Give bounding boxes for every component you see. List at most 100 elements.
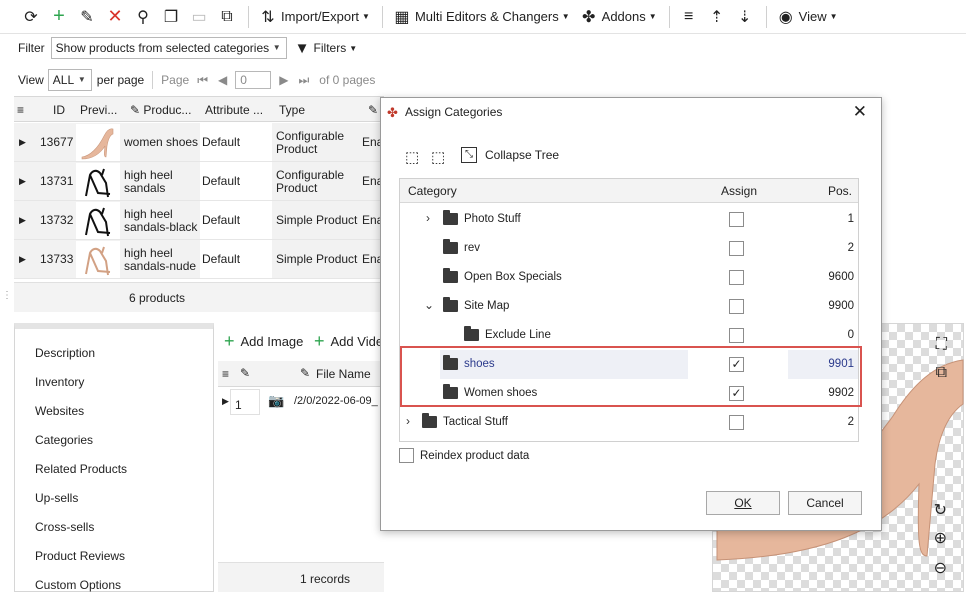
delete-button[interactable]: ✕ bbox=[102, 4, 128, 30]
assign-checkbox[interactable] bbox=[729, 328, 744, 343]
assign-checkbox[interactable] bbox=[729, 299, 744, 314]
zoom-in-icon[interactable]: ⊕ bbox=[934, 528, 947, 548]
row-expand-icon[interactable]: ▶ bbox=[19, 253, 26, 266]
assign-checkbox[interactable] bbox=[729, 270, 744, 285]
assign-checkbox[interactable] bbox=[729, 241, 744, 256]
column-menu-icon[interactable]: ≡ bbox=[222, 367, 229, 381]
ok-button[interactable]: OK bbox=[706, 491, 780, 515]
reindex-checkbox[interactable] bbox=[399, 448, 414, 463]
collapse-tree-button[interactable]: ⤡ Collapse Tree bbox=[461, 147, 559, 163]
add-button[interactable]: + bbox=[46, 4, 72, 30]
assign-categories-dialog: ✤ Assign Categories ✕ ⬚ ⬚ ⤡ Collapse Tre… bbox=[380, 97, 882, 531]
fit-icon[interactable]: ⛶ bbox=[936, 336, 947, 354]
section-product-reviews[interactable]: Product Reviews bbox=[35, 549, 125, 563]
view-menu[interactable]: ◉ View ▼ bbox=[773, 4, 842, 30]
col-file-name[interactable]: File Name bbox=[316, 367, 371, 381]
row-file-name: /2/0/2022-06-09_ bbox=[294, 395, 378, 407]
move-up-button[interactable]: ⇡ bbox=[704, 4, 730, 30]
row-expand-icon[interactable]: ▶ bbox=[19, 175, 26, 188]
dialog-title: Assign Categories bbox=[405, 105, 503, 119]
section-up-sells[interactable]: Up-sells bbox=[35, 491, 78, 505]
image-row[interactable]: ▶ 1 📷 /2/0/2022-06-09_ bbox=[218, 387, 384, 417]
row-attribute-value: Default bbox=[202, 213, 241, 227]
chevron-down-icon[interactable]: ⌄ bbox=[424, 298, 434, 312]
row-expand-icon[interactable]: ▶ bbox=[19, 136, 26, 149]
row-attribute-value: Default bbox=[202, 135, 241, 149]
filters-menu[interactable]: ▼ Filters ▼ bbox=[295, 40, 357, 57]
row-expand-icon[interactable]: ▶ bbox=[19, 214, 26, 227]
edit-button[interactable]: ✎ bbox=[74, 4, 100, 30]
paste-button[interactable]: ▭ bbox=[186, 4, 212, 30]
multi-editors-menu[interactable]: ▦ Multi Editors & Changers ▼ bbox=[389, 4, 574, 30]
section-cross-sells[interactable]: Cross-sells bbox=[35, 520, 94, 534]
page-input[interactable]: 0 bbox=[235, 71, 272, 89]
cancel-button[interactable]: Cancel bbox=[788, 491, 862, 515]
table-row[interactable]: ▶ 13677 women shoes Default Configurable… bbox=[14, 123, 384, 162]
row-expand-icon[interactable]: ▶ bbox=[222, 396, 229, 407]
column-menu-icon[interactable]: ≡ bbox=[17, 103, 24, 117]
section-related-products[interactable]: Related Products bbox=[35, 462, 127, 476]
pencil-icon: ✎ bbox=[240, 366, 251, 380]
page-input-value: 0 bbox=[240, 73, 247, 87]
select-all-button[interactable]: ⬚ bbox=[405, 148, 419, 166]
zoom-out-icon[interactable]: ⊖ bbox=[934, 558, 947, 578]
sort-button[interactable]: ≡ bbox=[676, 4, 702, 30]
last-page-icon[interactable]: ⏭ bbox=[298, 73, 309, 88]
clipboard-icon: ▭ bbox=[191, 8, 207, 26]
section-inventory[interactable]: Inventory bbox=[35, 375, 84, 389]
splitter-handle[interactable]: ⋮ bbox=[2, 290, 12, 301]
deselect-all-button[interactable]: ⬚ bbox=[431, 148, 445, 166]
close-icon[interactable]: ✕ bbox=[853, 102, 867, 122]
tree-row[interactable]: Open Box Specials 9600 bbox=[400, 263, 858, 292]
assign-checkbox[interactable] bbox=[729, 212, 744, 227]
tree-row[interactable]: rev 2 bbox=[400, 234, 858, 263]
copy-button[interactable]: ❐ bbox=[158, 4, 184, 30]
col-product-name[interactable]: ✎ Produc... bbox=[130, 103, 191, 117]
prev-page-icon[interactable]: ◀ bbox=[218, 73, 227, 87]
arrow-down-icon: ⇣ bbox=[737, 8, 752, 26]
col-type[interactable]: Type bbox=[279, 103, 305, 117]
next-page-icon[interactable]: ▶ bbox=[279, 73, 288, 87]
view-label: View bbox=[18, 73, 44, 87]
section-websites[interactable]: Websites bbox=[35, 404, 84, 418]
open-external-icon[interactable]: ⧉ bbox=[936, 364, 947, 382]
row-name: high heel sandals-black bbox=[124, 207, 198, 234]
col-assign[interactable]: Assign bbox=[721, 184, 757, 198]
tree-row[interactable]: › Photo Stuff 1 bbox=[400, 205, 858, 234]
assign-checkbox[interactable] bbox=[729, 415, 744, 430]
grid-edit-icon: ▦ bbox=[394, 8, 410, 26]
per-page-select[interactable]: ALL ▼ bbox=[47, 69, 92, 91]
table-row[interactable]: ▶ 13731 high heel sandals Default Config… bbox=[14, 162, 384, 201]
move-down-button[interactable]: ⇣ bbox=[732, 4, 758, 30]
col-category[interactable]: Category bbox=[408, 184, 457, 198]
table-row[interactable]: ▶ 13733 high heel sandals-nude Default S… bbox=[14, 240, 384, 279]
col-id[interactable]: ID bbox=[53, 103, 65, 117]
refresh-button[interactable]: ⟳ bbox=[18, 4, 44, 30]
col-position[interactable]: Pos. bbox=[828, 184, 852, 198]
filter-select[interactable]: Show products from selected categories ▼ bbox=[50, 37, 287, 59]
rotate-icon[interactable]: ↻ bbox=[934, 500, 947, 520]
chevron-right-icon[interactable]: › bbox=[406, 414, 410, 428]
chevron-right-icon[interactable]: › bbox=[426, 211, 430, 225]
duplicate-button[interactable]: ⧉ bbox=[214, 4, 240, 30]
caret-down-icon: ▼ bbox=[362, 12, 370, 21]
add-video-button[interactable]: + Add Vide bbox=[314, 331, 383, 352]
section-custom-options[interactable]: Custom Options bbox=[35, 578, 121, 592]
table-row[interactable]: ▶ 13732 high heel sandals-black Default … bbox=[14, 201, 384, 240]
tree-row[interactable]: ⌄ Site Map 9900 bbox=[400, 292, 858, 321]
add-image-button[interactable]: + Add Image bbox=[224, 331, 303, 352]
search-button[interactable]: ⚲ bbox=[130, 4, 156, 30]
addons-menu[interactable]: ✤ Addons ▼ bbox=[576, 4, 661, 30]
tree-row[interactable]: › Tactical Stuff 2 bbox=[400, 408, 858, 437]
col-attribute-set[interactable]: Attribute ... bbox=[205, 103, 263, 117]
col-preview[interactable]: Previ... bbox=[80, 103, 117, 117]
first-page-icon[interactable]: ⏮ bbox=[197, 73, 208, 88]
section-categories[interactable]: Categories bbox=[35, 433, 93, 447]
images-panel: + Add Image + Add Vide ≡ ✎ ✎ File Name ▶… bbox=[218, 323, 384, 592]
section-description[interactable]: Description bbox=[35, 346, 95, 360]
row-name: high heel sandals bbox=[124, 168, 173, 195]
import-export-menu[interactable]: ⇅ Import/Export ▼ bbox=[255, 4, 374, 30]
grid-header: ≡ ID Previ... ✎ Produc... Attribute ... … bbox=[14, 96, 384, 122]
camera-icon: 📷 bbox=[268, 393, 285, 408]
duplicate-icon: ⧉ bbox=[221, 7, 233, 25]
